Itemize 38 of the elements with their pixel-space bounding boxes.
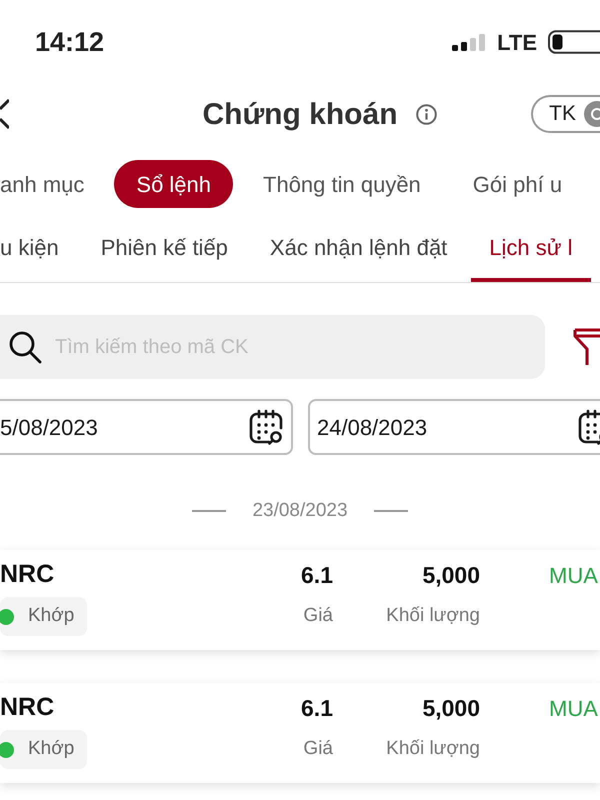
- battery-icon: [548, 30, 600, 54]
- order-volume: 5,000: [422, 694, 480, 723]
- price-label: Giá: [303, 604, 333, 628]
- date-group-label: 23/08/2023: [252, 498, 348, 523]
- category-tab[interactable]: Sổ lệnh: [114, 160, 234, 208]
- signal-icon: [452, 34, 488, 50]
- category-tab[interactable]: Thông tin quyền: [241, 160, 443, 208]
- end-date-field[interactable]: 24/08/2023: [308, 399, 600, 455]
- status-label: Khớp: [28, 737, 74, 762]
- order-tab[interactable]: u kiện: [0, 228, 77, 282]
- price-label: Giá: [303, 737, 333, 762]
- order-price: 6.1: [301, 560, 333, 590]
- calendar-icon[interactable]: [578, 409, 600, 445]
- order-card[interactable]: NRC 6.1 5,000 MUA Khớp Giá Khối lượng: [0, 550, 600, 650]
- volume-label: Khối lượng: [386, 737, 480, 762]
- back-icon[interactable]: [0, 99, 9, 129]
- account-button[interactable]: TK: [531, 95, 600, 133]
- stock-symbol: NRC: [0, 692, 54, 724]
- page-title: Chứng khoán: [202, 96, 398, 132]
- status-label: Khớp: [28, 604, 74, 628]
- order-tab[interactable]: Xác nhận lệnh đặt: [252, 228, 466, 282]
- volume-label: Khối lượng: [386, 604, 480, 628]
- search-icon: [8, 330, 42, 364]
- status-time: 14:12: [35, 26, 104, 59]
- order-price: 6.1: [301, 694, 333, 723]
- category-tab[interactable]: anh mục: [0, 160, 106, 208]
- network-label: LTE: [497, 28, 537, 56]
- filter-icon[interactable]: [573, 327, 600, 367]
- stock-symbol: NRC: [0, 559, 54, 590]
- start-date-field[interactable]: 5/08/2023: [0, 399, 293, 455]
- info-icon[interactable]: [416, 104, 437, 124]
- calendar-icon[interactable]: [249, 409, 285, 445]
- order-volume: 5,000: [422, 560, 480, 590]
- order-side: MUA: [549, 694, 598, 722]
- order-card[interactable]: NRC 6.1 5,000 MUA Khớp Giá Khối lượng: [0, 683, 600, 783]
- category-tab[interactable]: Gói phí u: [450, 160, 584, 208]
- order-side: MUA: [549, 562, 598, 590]
- order-tab[interactable]: Phiên kế tiếp: [82, 228, 246, 282]
